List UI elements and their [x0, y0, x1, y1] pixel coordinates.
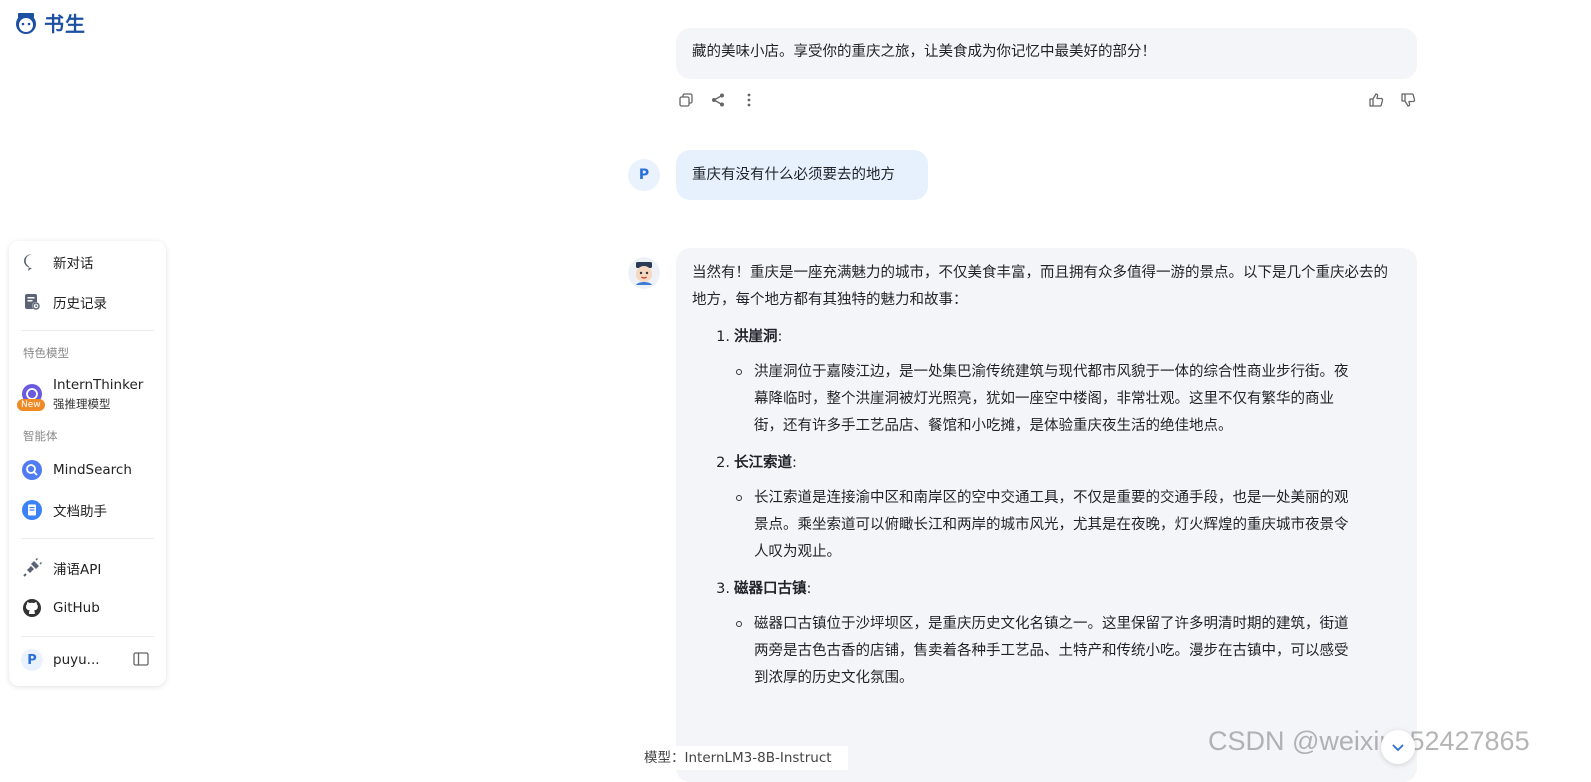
internthinker-icon: New: [17, 383, 45, 411]
sidebar-item-label: 历史记录: [53, 296, 107, 312]
answer-item-title: 洪崖洞: [734, 329, 778, 345]
sidebar-item-subtitle: 强推理模型: [53, 397, 111, 411]
sidebar-item-internthinker[interactable]: New InternThinker 强推理模型: [17, 377, 143, 413]
logo[interactable]: 书生: [12, 8, 86, 37]
answer-item-colon: :: [806, 581, 812, 597]
brand-name: 书生: [44, 12, 86, 36]
divider: [21, 330, 154, 331]
answer-item-line: 长江索道是连接渝中区和南岸区的空中交通工具，不仅是重要的交通手段，也是一处美丽的…: [754, 490, 1349, 506]
more-options-icon[interactable]: [740, 91, 758, 109]
answer-item-title: 磁器口古镇: [734, 581, 807, 597]
scroll-to-bottom-button[interactable]: [1381, 730, 1415, 764]
sidebar-item-mindsearch[interactable]: MindSearch: [21, 459, 132, 481]
thumbs-up-icon[interactable]: [1367, 91, 1385, 109]
answer-item-colon: :: [792, 455, 797, 471]
answer-item-colon: :: [777, 329, 783, 345]
sidebar: 新对话 历史记录 特色模型 New InternThinker 强推理模型 智能…: [9, 241, 166, 686]
chat-bubble-icon: [21, 251, 43, 273]
username: puyu...: [53, 652, 100, 668]
sidebar-item-history[interactable]: 历史记录: [21, 291, 107, 313]
answer-item-title-row: 2. 长江索道:: [692, 450, 1401, 477]
divider: [21, 538, 154, 539]
prev-answer-text: 藏的美味小店。享受你的重庆之旅，让美食成为你记忆中最美好的部分！: [692, 44, 1156, 60]
sidebar-item-github[interactable]: GitHub: [21, 597, 100, 619]
answer-item-text: 磁器口古镇位于沙坪坝区，是重庆历史文化名镇之一。这里保留了许多明清时期的建筑，街…: [754, 611, 1401, 692]
answer-item-line: 幕降临时，整个洪崖洞被灯光照亮，犹如一座空中楼阁，非常壮观。这里不仅有繁华的商业: [754, 391, 1334, 407]
sidebar-item-label: MindSearch: [53, 462, 132, 478]
answer-item-text: 洪崖洞位于嘉陵江边，是一处集巴渝传统建筑与现代都市风貌于一体的综合性商业步行街。…: [754, 359, 1401, 440]
model-label: 模型：InternLM3-8B-Instruct: [640, 746, 848, 770]
answer-item-number: 1.: [716, 329, 730, 345]
section-featured-label: 特色模型: [23, 346, 69, 360]
sidebar-item-text: InternThinker 强推理模型: [53, 377, 143, 413]
answer-item-bullet: 洪崖洞位于嘉陵江边，是一处集巴渝传统建筑与现代都市风貌于一体的综合性商业步行街。…: [736, 359, 1401, 440]
answer-item-text: 长江索道是连接渝中区和南岸区的空中交通工具，不仅是重要的交通手段，也是一处美丽的…: [754, 485, 1401, 566]
bullet-icon: [736, 359, 754, 440]
thumbs-down-icon[interactable]: [1399, 91, 1417, 109]
github-icon: [21, 597, 43, 619]
app-root: 书生 新对话 历史记录 特色模型 New InternThinker 强推理模型: [0, 0, 1591, 782]
avatar: P: [21, 649, 43, 671]
share-icon[interactable]: [709, 91, 727, 109]
sidebar-item-label: GitHub: [53, 600, 100, 616]
sidebar-item-label: 新对话: [53, 256, 94, 272]
answer-item-line: 景点。乘坐索道可以俯瞰长江和两岸的城市风光，尤其是在夜晚，灯火辉煌的重庆城市夜景…: [754, 517, 1349, 533]
answer-item-title-row: 1. 洪崖洞:: [692, 324, 1401, 351]
sidebar-item-api[interactable]: 浦语API: [21, 557, 101, 579]
section-agents-label: 智能体: [23, 429, 58, 443]
answer-intro: 当然有！重庆是一座充满魅力的城市，不仅美食丰富，而且拥有众多值得一游的景点。以下…: [692, 265, 1388, 308]
document-icon: [21, 499, 43, 521]
assistant-answer-bubble: 当然有！重庆是一座充满魅力的城市，不仅美食丰富，而且拥有众多值得一游的景点。以下…: [676, 248, 1417, 782]
sidebar-item-label: 文档助手: [53, 504, 107, 520]
divider: [21, 636, 154, 637]
sidebar-item-new-chat[interactable]: 新对话: [21, 251, 94, 273]
answer-item-number: 2.: [716, 455, 730, 471]
chevron-down-icon: [1392, 744, 1404, 752]
user-avatar: P: [628, 159, 660, 191]
user-message-bubble: 重庆有没有什么必须要去的地方: [676, 150, 928, 200]
prev-answer-bubble: 藏的美味小店。享受你的重庆之旅，让美食成为你记忆中最美好的部分！: [676, 28, 1417, 79]
answer-item-line: 街，还有许多手工艺品店、餐馆和小吃摊，是体验重庆夜生活的绝佳地点。: [754, 418, 1233, 434]
bullet-icon: [736, 485, 754, 566]
history-icon: [21, 291, 43, 313]
answer-list: 1. 洪崖洞: 洪崖洞位于嘉陵江边，是一处集巴渝传统建筑与现代都市风貌于一体的综合性…: [692, 324, 1401, 692]
plug-icon: [21, 557, 43, 579]
new-badge: New: [17, 399, 45, 411]
answer-item-line: 磁器口古镇位于沙坪坝区，是重庆历史文化名镇之一。这里保留了许多明清时期的建筑，街…: [754, 616, 1349, 632]
answer-item-bullet: 磁器口古镇位于沙坪坝区，是重庆历史文化名镇之一。这里保留了许多明清时期的建筑，街…: [736, 611, 1401, 692]
sidebar-item-doc-assistant[interactable]: 文档助手: [21, 499, 107, 521]
user-message-text: 重庆有没有什么必须要去的地方: [692, 167, 895, 183]
mindsearch-icon: [21, 459, 43, 481]
answer-item-line: 两旁是古色古香的店铺，售卖着各种手工艺品、土特产和传统小吃。漫步在古镇中，可以感…: [754, 643, 1349, 659]
assistant-avatar: [628, 257, 660, 289]
answer-item-number: 3.: [716, 581, 730, 597]
answer-item-line: 人叹为观止。: [754, 544, 841, 560]
sidebar-item-label: InternThinker: [53, 377, 144, 393]
sidebar-item-label: 浦语API: [53, 562, 102, 578]
answer-item-bullet: 长江索道是连接渝中区和南岸区的空中交通工具，不仅是重要的交通手段，也是一处美丽的…: [736, 485, 1401, 566]
copy-icon[interactable]: [677, 91, 695, 109]
user-profile[interactable]: P puyu...: [21, 649, 100, 671]
answer-item-title-row: 3. 磁器口古镇:: [692, 576, 1401, 603]
answer-item-line: 到浓厚的历史文化氛围。: [754, 670, 914, 686]
answer-item-line: 洪崖洞位于嘉陵江边，是一处集巴渝传统建筑与现代都市风貌于一体的综合性商业步行街。…: [754, 364, 1349, 380]
collapse-sidebar-icon[interactable]: [133, 651, 149, 671]
scholar-logo-icon: [16, 12, 36, 34]
bullet-icon: [736, 611, 754, 692]
answer-item-title: 长江索道: [734, 455, 792, 471]
watermark: CSDN @weixin_52427865: [1208, 726, 1530, 756]
